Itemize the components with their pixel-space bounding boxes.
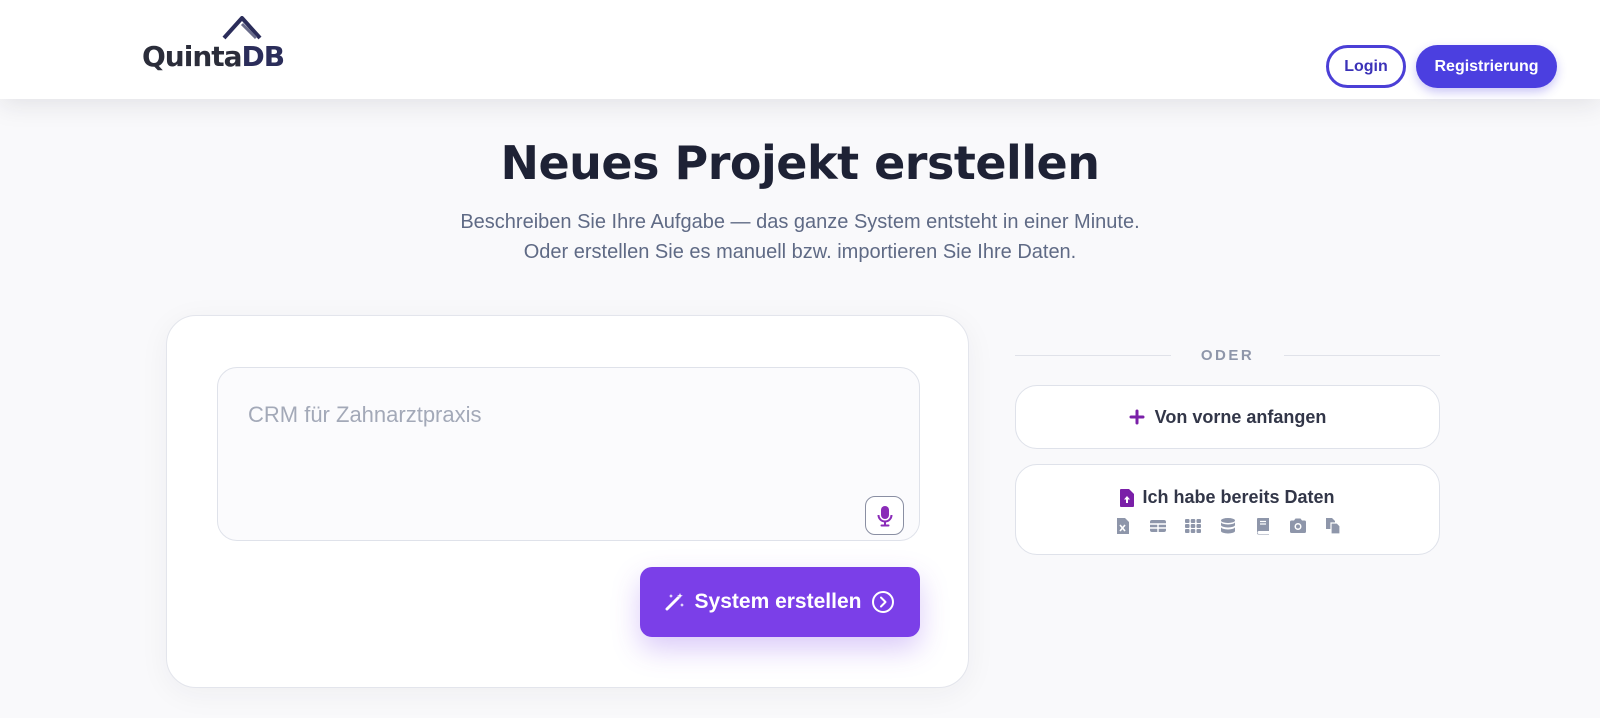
- file-upload-icon: [1120, 488, 1135, 507]
- grid-icon: [1184, 519, 1201, 533]
- import-format-icons: [1016, 517, 1439, 535]
- import-existing-data-button[interactable]: Ich habe bereits Daten: [1015, 464, 1440, 555]
- create-system-button[interactable]: System erstellen: [640, 567, 920, 637]
- microphone-icon: [877, 505, 892, 526]
- import-data-label: Ich habe bereits Daten: [1142, 487, 1335, 507]
- or-divider: ODER: [1015, 345, 1440, 365]
- camera-icon: [1289, 518, 1306, 533]
- logo-text-quinta: Quinta: [142, 40, 243, 73]
- divider-line-left: [1015, 354, 1171, 356]
- subtitle-line-2: Oder erstellen Sie es manuell bzw. impor…: [523, 241, 1077, 263]
- page-title: Neues Projekt erstellen: [500, 136, 1100, 190]
- create-system-label: System erstellen: [694, 590, 862, 613]
- magic-wand-icon: [665, 593, 684, 611]
- excel-file-icon: [1116, 518, 1129, 534]
- or-divider-label: ODER: [1200, 346, 1255, 364]
- top-navbar: QuintaDB Login Registrierung: [0, 0, 1600, 99]
- voice-input-button[interactable]: [865, 496, 904, 535]
- subtitle-line-1: Beschreiben Sie Ihre Aufgabe — das ganze…: [460, 211, 1140, 233]
- import-data-title-row: Ich habe bereits Daten: [1016, 487, 1439, 508]
- register-button[interactable]: Registrierung: [1416, 45, 1557, 88]
- login-button[interactable]: Login: [1326, 45, 1406, 88]
- logo-roof-icon: [222, 16, 262, 40]
- circle-chevron-right-icon: [872, 591, 895, 613]
- divider-line-right: [1284, 354, 1440, 356]
- copy-files-icon: [1325, 518, 1341, 535]
- table-icon: [1149, 520, 1166, 532]
- prompt-input[interactable]: [218, 368, 919, 540]
- plus-icon: [1129, 409, 1145, 425]
- logo-wordmark: QuintaDB: [142, 40, 286, 73]
- book-icon: [1256, 518, 1269, 535]
- ai-prompt-card: System erstellen: [166, 315, 969, 688]
- start-from-scratch-label: Von vorne anfangen: [1154, 406, 1327, 427]
- logo-text-db: DB: [241, 40, 286, 73]
- database-icon: [1220, 518, 1235, 534]
- quintadb-logo[interactable]: QuintaDB: [142, 16, 285, 73]
- start-from-scratch-button[interactable]: Von vorne anfangen: [1015, 385, 1440, 449]
- prompt-field-wrapper: [217, 367, 920, 541]
- page-subtitle: Beschreiben Sie Ihre Aufgabe — das ganze…: [0, 207, 1600, 267]
